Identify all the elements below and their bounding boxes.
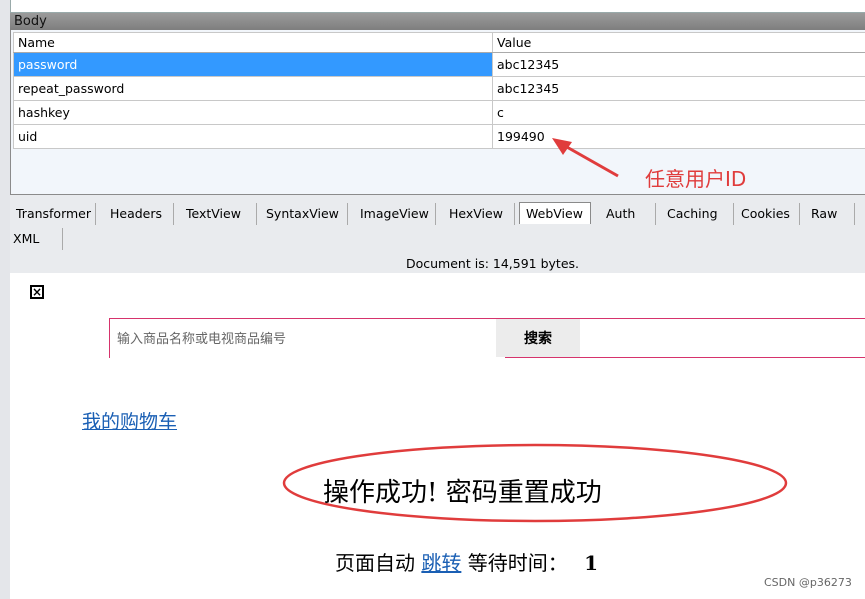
tab-webview[interactable]: WebView [519, 202, 591, 224]
search-input[interactable] [110, 319, 505, 359]
search-bar: 搜索 [109, 318, 865, 359]
redirect-prefix: 页面自动 [335, 551, 415, 575]
tab-caching[interactable]: Caching [661, 203, 734, 225]
close-x-icon[interactable]: × [30, 285, 44, 299]
redirect-seconds: 1 [584, 551, 598, 575]
tab-raw[interactable]: Raw [805, 203, 855, 225]
redirect-link[interactable]: 跳转 [421, 551, 461, 575]
tab-transformer[interactable]: Transformer [10, 203, 96, 225]
tab-hexview[interactable]: HexView [443, 203, 515, 225]
tab-cookies[interactable]: Cookies [735, 203, 800, 225]
tab-xml[interactable]: XML [7, 228, 63, 250]
webview-pane: × 搜索 我的购物车 操作成功! 密码重置成功 页面自动 跳转 等待时间： 1 [10, 273, 865, 599]
tab-headers[interactable]: Headers [104, 203, 174, 225]
tab-auth[interactable]: Auth [600, 203, 656, 225]
watermark: CSDN @p36273 [764, 576, 852, 589]
result-message: 操作成功! 密码重置成功 [323, 478, 602, 508]
response-tabs: Transformer Headers TextView SyntaxView … [10, 200, 865, 252]
annotation-label: 任意用户ID [645, 167, 747, 191]
document-size-label: Document is: 14,591 bytes. [405, 256, 580, 271]
redirect-wait-label: 等待时间： [467, 551, 568, 575]
tab-imageview[interactable]: ImageView [354, 203, 436, 225]
search-button[interactable]: 搜索 [496, 319, 580, 357]
tab-syntaxview[interactable]: SyntaxView [260, 203, 348, 225]
tab-textview[interactable]: TextView [180, 203, 257, 225]
redirect-line: 页面自动 跳转 等待时间： 1 [335, 547, 598, 576]
cart-link[interactable]: 我的购物车 [82, 407, 177, 434]
